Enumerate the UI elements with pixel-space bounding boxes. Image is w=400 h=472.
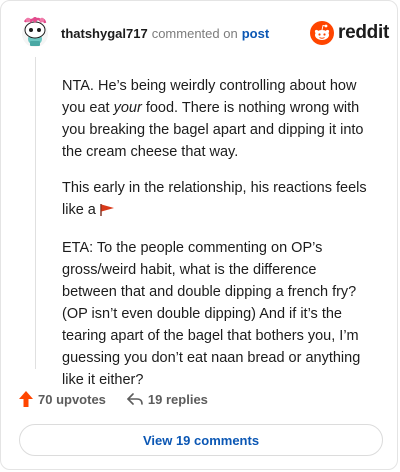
- comment-paragraph-1: NTA. He’s being weirdly controlling abou…: [62, 78, 364, 160]
- post-link[interactable]: post: [242, 26, 269, 41]
- snoo-avatar-icon: [22, 17, 48, 47]
- reddit-wordmark: reddit: [338, 22, 389, 43]
- comment-card: thatshygal717 commented on post reddit NTA…: [0, 0, 398, 470]
- upvote-count: 70 upvotes: [38, 391, 106, 407]
- commented-on-label: commented on: [151, 26, 238, 41]
- avatar[interactable]: [19, 15, 51, 49]
- comment-actions: 70 upvotes 19 replies: [18, 390, 208, 408]
- comment-header: thatshygal717 commented on post: [61, 26, 269, 42]
- comment-paragraph-2: This early in the relationship, his reac…: [62, 177, 367, 223]
- upvote-button[interactable]: 70 upvotes: [18, 390, 106, 408]
- username-link[interactable]: thatshygal717: [61, 26, 148, 41]
- red-flag-icon: [99, 201, 115, 223]
- reply-arrow-icon: [127, 393, 143, 405]
- reddit-logo[interactable]: reddit: [310, 21, 389, 45]
- comment-paragraph-3: ETA: To the people commenting on OP’s gr…: [62, 240, 361, 388]
- reply-count: 19 replies: [147, 391, 208, 407]
- replies-button[interactable]: 19 replies: [126, 392, 208, 407]
- upvote-arrow-icon: [19, 391, 33, 407]
- comment-body: NTA. He’s being weirdly controlling abou…: [62, 75, 367, 405]
- reddit-logo-icon: [310, 21, 334, 45]
- emphasis-your: your: [113, 100, 142, 116]
- thread-line: [35, 57, 36, 369]
- view-comments-button[interactable]: View 19 comments: [19, 424, 383, 456]
